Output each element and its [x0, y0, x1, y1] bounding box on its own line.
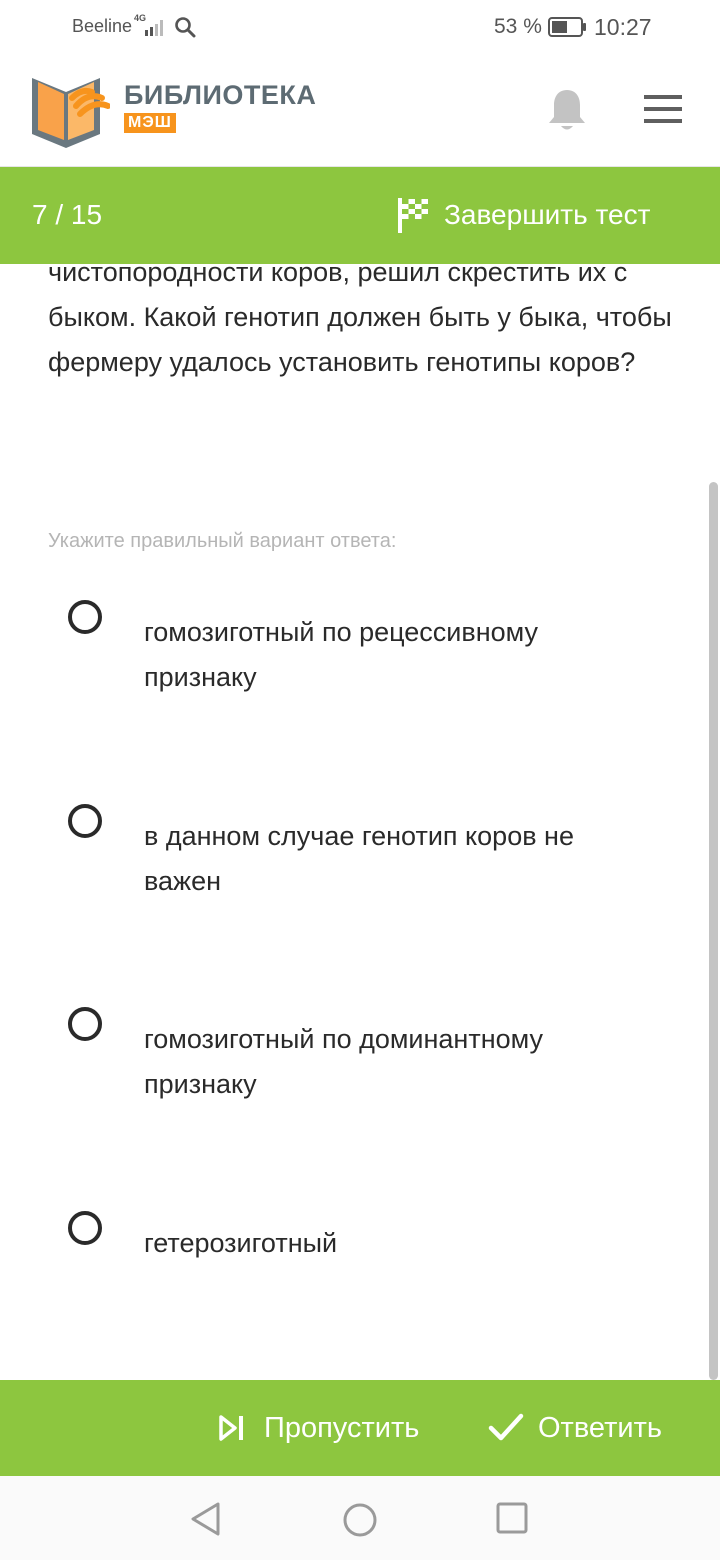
answer-option-label: в данном случае генотип коров не важен	[144, 821, 574, 896]
checkmark-icon	[488, 1413, 524, 1441]
system-navigation-bar	[0, 1476, 720, 1560]
radio-button[interactable]	[68, 1007, 102, 1041]
clock: 10:27	[594, 14, 652, 40]
back-icon[interactable]	[190, 1502, 222, 1536]
app-header: БИБЛИОТЕКА МЭШ	[0, 56, 720, 168]
scrollbar-thumb[interactable]	[709, 482, 718, 1380]
radio-button[interactable]	[68, 804, 102, 838]
battery-icon	[548, 17, 586, 37]
answer-hint: Укажите правильный вариант ответа:	[48, 530, 397, 552]
answer-option[interactable]: гомозиготный по рецессивному признаку	[64, 600, 664, 720]
menu-icon[interactable]	[644, 94, 684, 124]
home-icon[interactable]	[342, 1502, 378, 1538]
logo-subtitle: МЭШ	[124, 113, 176, 133]
answer-option[interactable]: гетерозиготный	[64, 1211, 664, 1291]
question-counter: 7 / 15	[32, 199, 103, 230]
answer-option-label: гомозиготный по доминантному признаку	[144, 1024, 544, 1099]
answer-option[interactable]: гомозиготный по доминантному признаку	[64, 1007, 664, 1127]
search-icon	[175, 17, 196, 38]
checkered-flag-icon	[398, 198, 428, 233]
finish-test-label: Завершить тест	[444, 199, 651, 230]
skip-button[interactable]: Пропустить	[218, 1408, 419, 1448]
finish-test-button[interactable]: Завершить тест	[396, 195, 650, 235]
carrier-name: Beeline	[72, 16, 133, 36]
logo-title: БИБЛИОТЕКА	[124, 80, 317, 110]
answer-option[interactable]: в данном случае генотип коров не важен	[64, 804, 664, 924]
answer-option-label: гомозиготный по рецессивному признаку	[144, 617, 539, 692]
library-book-logo-icon[interactable]	[28, 68, 110, 152]
answer-option-label: гетерозиготный	[144, 1228, 338, 1258]
submit-answer-button[interactable]: Ответить	[488, 1408, 662, 1448]
skip-label: Пропустить	[264, 1411, 420, 1444]
bell-icon[interactable]	[546, 86, 588, 134]
test-progress-bar: 7 / 15 Завершить тест	[0, 167, 720, 264]
question-text: чистопородности коров, решил скрестить и…	[48, 257, 672, 377]
battery-percent: 53 %	[494, 15, 542, 38]
action-bar: Пропустить Ответить	[0, 1380, 720, 1476]
radio-button[interactable]	[68, 600, 102, 634]
submit-answer-label: Ответить	[538, 1411, 662, 1444]
skip-icon	[219, 1415, 243, 1441]
signal-icon	[145, 20, 163, 36]
status-bar: Beeline 4G 53 % 10:27	[0, 0, 720, 56]
radio-button[interactable]	[68, 1211, 102, 1245]
recent-apps-icon[interactable]	[496, 1502, 528, 1534]
